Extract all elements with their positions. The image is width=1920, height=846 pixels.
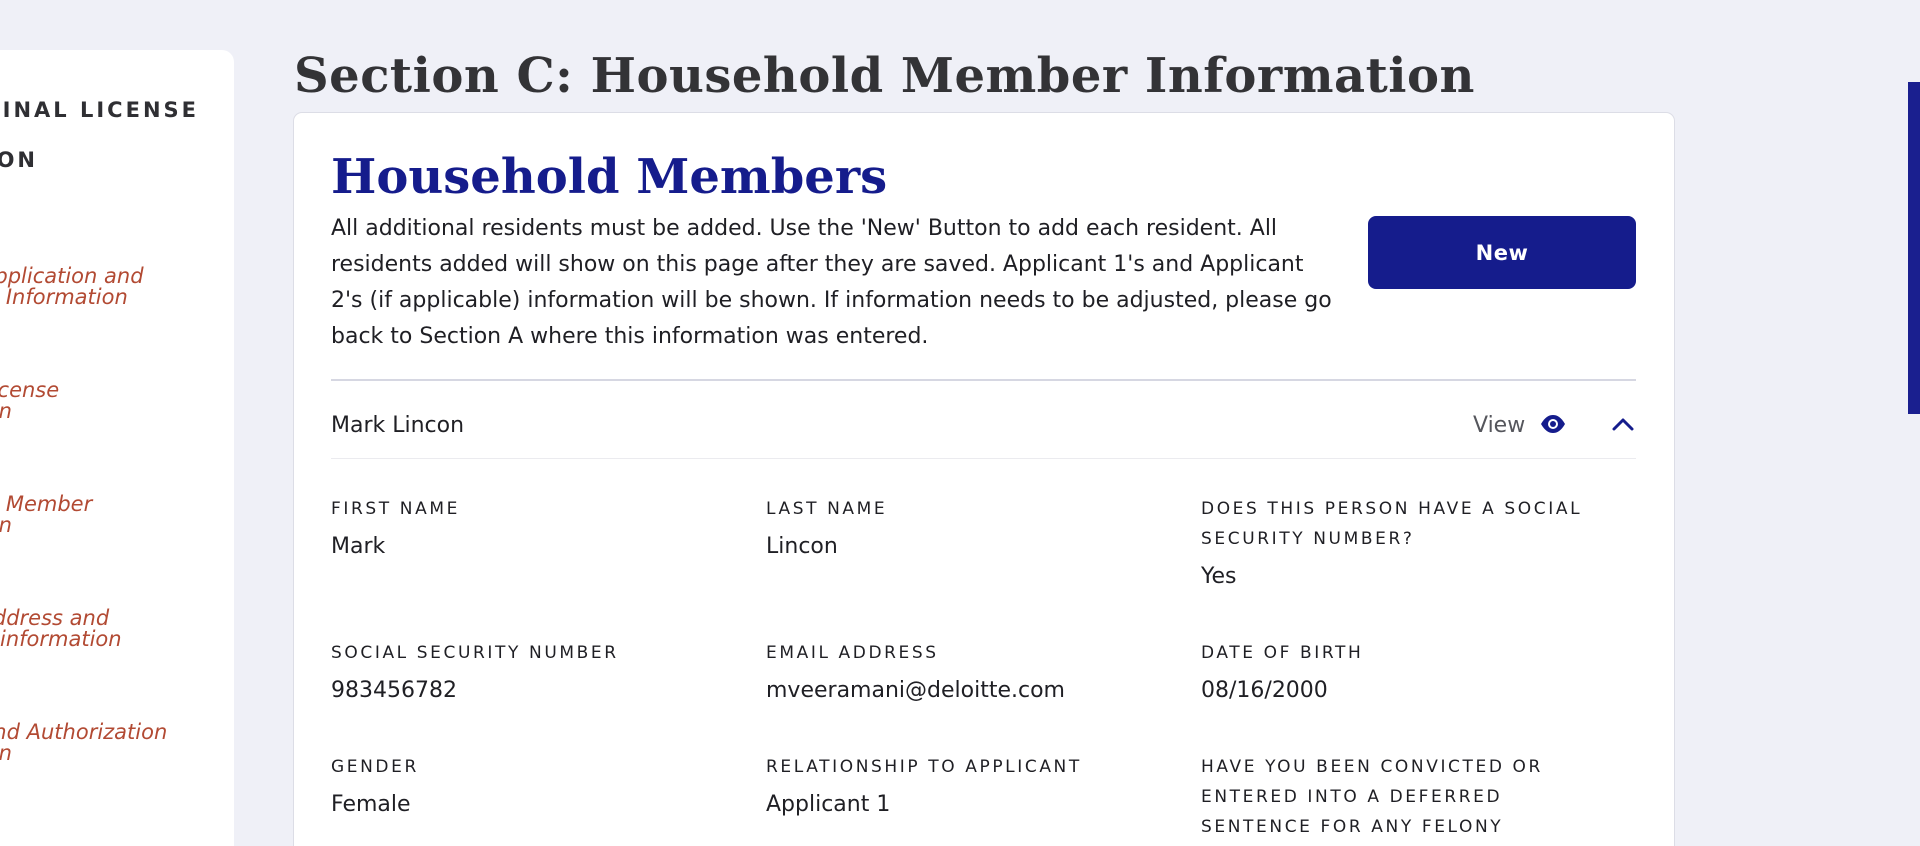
sidebar-item-link[interactable]: g information <box>0 629 210 650</box>
page: INAL LICENSE ON A Application and ld Inf… <box>0 0 1920 846</box>
sidebar-item-letter: F <box>0 810 196 832</box>
sidebar-item-section-a[interactable]: A Application and ld Information <box>0 240 210 308</box>
field-date-of-birth: DATE OF BIRTH 08/16/2000 <box>1201 638 1601 703</box>
field-ssn: SOCIAL SECURITY NUMBER 983456782 <box>331 638 731 703</box>
field-label: DOES THIS PERSON HAVE A SOCIAL SECURITY … <box>1201 499 1583 549</box>
field-has-ssn: DOES THIS PERSON HAVE A SOCIAL SECURITY … <box>1201 494 1591 589</box>
household-members-card: Household Members All additional residen… <box>294 113 1674 846</box>
member-accordion-header[interactable]: Mark Lincon View <box>331 401 1636 459</box>
field-label: LAST NAME <box>766 499 888 519</box>
sidebar-item-letter: C <box>0 468 196 490</box>
sidebar-item-link[interactable]: License <box>0 380 210 401</box>
new-button[interactable]: New <box>1368 216 1636 289</box>
field-label: HAVE YOU BEEN CONVICTED OR ENTERED INTO … <box>1201 757 1543 837</box>
field-label: EMAIL ADDRESS <box>766 643 939 663</box>
field-first-name: FIRST NAME Mark <box>331 494 731 559</box>
sidebar-item-letter: E <box>0 696 196 718</box>
sidebar-item-letter: B <box>0 354 196 376</box>
sidebar-item-link[interactable]: Application and <box>0 266 210 287</box>
sidebar-item-link[interactable]: ion <box>0 515 210 536</box>
chevron-up-icon[interactable] <box>1611 413 1635 435</box>
field-value: Mark <box>331 534 386 559</box>
sidebar-item-section-b[interactable]: B License ion <box>0 354 210 422</box>
sidebar-item-letter: D <box>0 582 196 604</box>
sidebar-item-link[interactable]: ion <box>0 401 210 422</box>
field-label: FIRST NAME <box>331 499 460 519</box>
field-value: 08/16/2000 <box>1201 678 1328 703</box>
field-gender: GENDER Female <box>331 752 731 817</box>
divider <box>331 379 1636 381</box>
field-label: DATE OF BIRTH <box>1201 643 1364 663</box>
field-value: Lincon <box>766 534 838 559</box>
sidebar-item-link[interactable]: address and <box>0 608 210 629</box>
sidebar-item-link[interactable]: ld Member <box>0 494 210 515</box>
scrollbar-thumb[interactable] <box>1908 82 1920 414</box>
field-value: Applicant 1 <box>766 792 891 817</box>
eye-icon[interactable] <box>1540 413 1566 435</box>
sidebar-item-link[interactable]: und Authorization <box>0 722 210 743</box>
field-felony-conviction: HAVE YOU BEEN CONVICTED OR ENTERED INTO … <box>1201 752 1591 842</box>
sidebar-item-letter: A <box>0 240 196 262</box>
field-value: mveeramani@deloitte.com <box>766 678 1065 703</box>
sidebar-item-link[interactable]: ld Information <box>0 287 210 308</box>
field-label: GENDER <box>331 757 419 777</box>
member-name: Mark Lincon <box>331 413 465 438</box>
view-link[interactable]: View <box>1473 413 1525 438</box>
sidebar-item-section-e[interactable]: E und Authorization ion <box>0 696 210 764</box>
sidebar-title-line1: INAL LICENSE <box>2 98 199 122</box>
field-value: Yes <box>1201 564 1237 589</box>
sidebar-title-line2: ON <box>0 148 38 172</box>
field-label: SOCIAL SECURITY NUMBER <box>331 643 619 663</box>
sidebar-item-section-d[interactable]: D address and g information <box>0 582 210 650</box>
sidebar-item-section-f[interactable]: F <box>0 810 210 832</box>
page-title: Section C: Household Member Information <box>294 48 1475 104</box>
sidebar-nav: INAL LICENSE ON A Application and ld Inf… <box>0 50 234 846</box>
card-title: Household Members <box>331 149 888 205</box>
page-scrollbar[interactable] <box>1908 0 1920 846</box>
field-last-name: LAST NAME Lincon <box>766 494 1166 559</box>
field-email: EMAIL ADDRESS mveeramani@deloitte.com <box>766 638 1166 703</box>
field-value: Female <box>331 792 411 817</box>
sidebar-item-link[interactable]: ion <box>0 743 210 764</box>
field-relationship: RELATIONSHIP TO APPLICANT Applicant 1 <box>766 752 1166 817</box>
field-label: RELATIONSHIP TO APPLICANT <box>766 757 1082 777</box>
field-value: 983456782 <box>331 678 457 703</box>
sidebar-item-section-c[interactable]: C ld Member ion <box>0 468 210 536</box>
card-description: All additional residents must be added. … <box>331 216 1332 349</box>
